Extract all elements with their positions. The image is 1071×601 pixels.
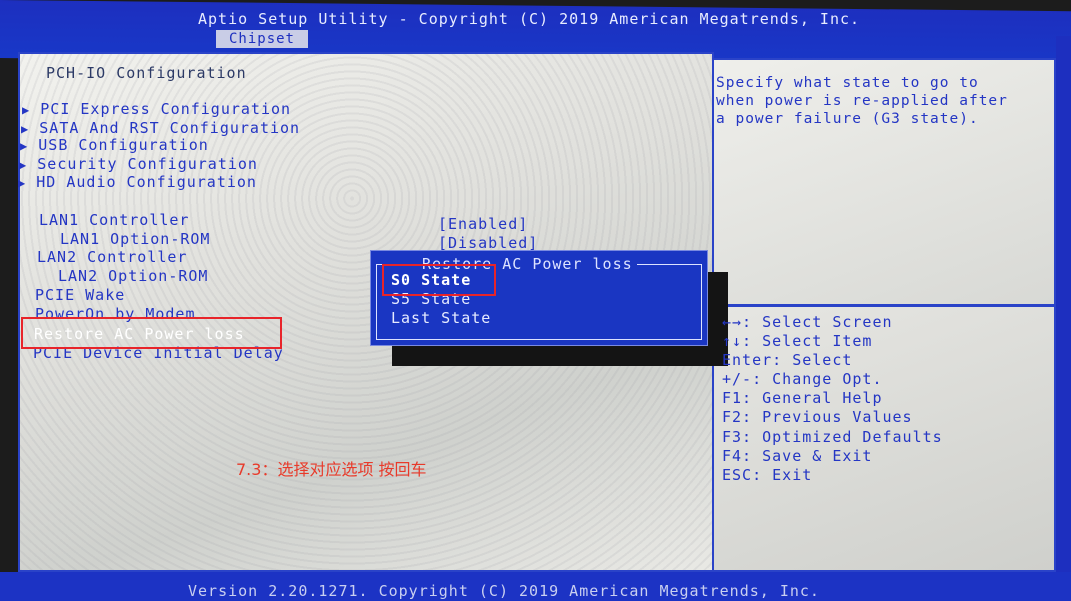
key-hint-f3: F3: Optimized Defaults <box>722 428 943 446</box>
submenu-sata-rst[interactable]: ▶ SATA And RST Configuration <box>21 119 300 137</box>
triangle-right-icon: ▶ <box>19 158 28 172</box>
key-hint-select-screen: ←→: Select Screen <box>722 313 893 331</box>
submenu-security[interactable]: ▶ Security Configuration <box>19 155 258 173</box>
setting-lan1-controller-value[interactable]: [Enabled] <box>438 215 528 233</box>
right-border-strip <box>1056 36 1071 576</box>
section-title: PCH-IO Configuration <box>46 64 247 82</box>
key-hint-select-item: ↑↓: Select Item <box>722 332 873 350</box>
popup-option-last-state[interactable]: Last State <box>391 309 491 327</box>
triangle-right-icon: ▶ <box>20 139 29 153</box>
triangle-right-icon: ▶ <box>21 122 30 136</box>
help-line: when power is re-applied after <box>716 93 1008 109</box>
setting-lan1-option-rom[interactable]: LAN1 Option-ROM <box>60 230 210 248</box>
submenu-label: HD Audio Configuration <box>36 173 257 191</box>
key-hint-f4: F4: Save & Exit <box>722 447 873 465</box>
tab-chipset[interactable]: Chipset <box>216 30 308 48</box>
header-title: Aptio Setup Utility - Copyright (C) 2019… <box>198 10 861 28</box>
submenu-label: PCI Express Configuration <box>40 100 292 118</box>
key-hint-esc: ESC: Exit <box>722 466 813 484</box>
submenu-usb[interactable]: ▶ USB Configuration <box>20 136 209 154</box>
setting-lan2-controller[interactable]: LAN2 Controller <box>37 248 187 266</box>
submenu-label: SATA And RST Configuration <box>39 119 301 137</box>
submenu-hd-audio[interactable]: ▶ HD Audio Configuration <box>18 173 257 191</box>
setting-lan1-controller[interactable]: LAN1 Controller <box>39 211 189 229</box>
key-hint-enter: Enter: Select <box>722 351 853 369</box>
submenu-label: Security Configuration <box>37 155 258 173</box>
annotation-highlight-setting <box>21 317 282 349</box>
bios-screen: Aptio Setup Utility - Copyright (C) 2019… <box>0 0 1071 601</box>
setting-lan2-option-rom[interactable]: LAN2 Option-ROM <box>58 267 208 285</box>
setting-pcie-wake[interactable]: PCIE Wake <box>35 286 125 304</box>
annotation-highlight-option <box>382 264 496 296</box>
help-line: Specify what state to go to <box>716 75 979 91</box>
submenu-label: USB Configuration <box>38 136 209 154</box>
triangle-right-icon: ▶ <box>22 103 31 117</box>
key-hint-f1: F1: General Help <box>722 389 883 407</box>
submenu-pci-express[interactable]: ▶ PCI Express Configuration <box>22 100 291 118</box>
help-line: a power failure (G3 state). <box>716 111 979 127</box>
footer-text: Version 2.20.1271. Copyright (C) 2019 Am… <box>188 582 820 600</box>
triangle-right-icon: ▶ <box>18 176 27 190</box>
key-hint-change-opt: +/-: Change Opt. <box>722 370 883 388</box>
key-hint-f2: F2: Previous Values <box>722 408 913 426</box>
annotation-caption: 7.3：选择对应选项 按回车 <box>236 460 427 479</box>
